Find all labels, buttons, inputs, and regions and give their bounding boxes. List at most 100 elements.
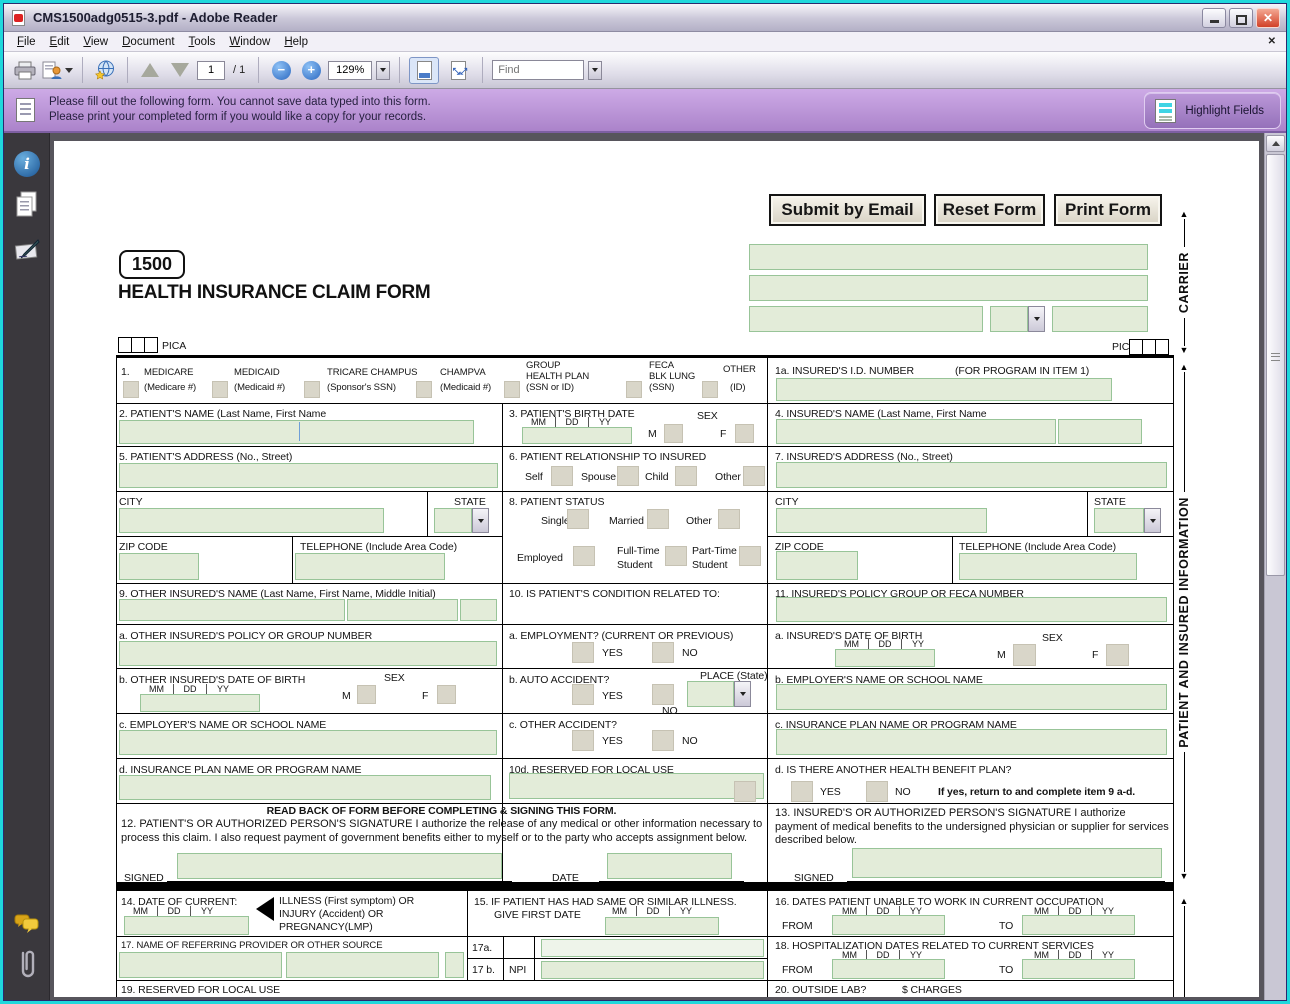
patient-sex-male-checkbox[interactable] — [664, 424, 683, 443]
attachments-tab[interactable] — [13, 949, 41, 979]
work-to-field[interactable] — [1022, 915, 1135, 935]
carrier-address-field[interactable] — [749, 275, 1148, 301]
document-properties-tab[interactable]: i — [13, 149, 41, 179]
status-parttime-checkbox[interactable] — [739, 546, 761, 566]
other-accident-yes-checkbox[interactable] — [572, 730, 594, 751]
insurance-plan-field[interactable] — [776, 729, 1167, 755]
insured-state-dropdown-button[interactable] — [1144, 508, 1161, 533]
medicaid-checkbox[interactable] — [212, 381, 228, 398]
fit-page-button[interactable]: ⤡⤢ — [443, 57, 473, 84]
page-number-input[interactable] — [197, 61, 225, 80]
carrier-name-field[interactable] — [749, 244, 1148, 270]
accident-place-dropdown-button[interactable] — [734, 681, 751, 707]
patient-sign-date-field[interactable] — [607, 853, 732, 879]
status-other-checkbox[interactable] — [718, 509, 740, 529]
menubar-close-icon[interactable]: ✕ — [1268, 36, 1276, 47]
other-plan-field[interactable] — [119, 775, 491, 800]
pica-right-boxes[interactable] — [1130, 339, 1169, 355]
referring-provider-field[interactable] — [119, 952, 282, 978]
pages-tab[interactable] — [13, 189, 41, 219]
carrier-zip-field[interactable] — [1052, 306, 1148, 332]
hosp-from-field[interactable] — [832, 959, 945, 979]
submit-by-email-button[interactable]: Submit by Email — [769, 194, 926, 226]
other-payer-checkbox[interactable] — [702, 381, 718, 398]
relationship-self-checkbox[interactable] — [551, 466, 573, 486]
other-insured-mi-field[interactable] — [460, 599, 497, 621]
scroll-up-button[interactable] — [1266, 135, 1285, 152]
field-17b-npi-field[interactable] — [541, 961, 764, 979]
minimize-button[interactable] — [1202, 8, 1226, 28]
work-from-field[interactable] — [832, 915, 945, 935]
pica-left-boxes[interactable] — [119, 337, 158, 353]
insured-city-field[interactable] — [776, 508, 987, 533]
similar-illness-date-field[interactable] — [605, 917, 719, 935]
other-insured-female-checkbox[interactable] — [437, 685, 456, 704]
insured-policy-field[interactable] — [776, 597, 1167, 622]
zoom-in-button[interactable]: + — [298, 56, 324, 84]
patient-state-field[interactable] — [434, 508, 472, 533]
other-insured-name-field[interactable] — [119, 599, 345, 621]
find-input[interactable] — [492, 60, 584, 80]
zoom-dropdown-button[interactable] — [376, 61, 390, 80]
menu-tools[interactable]: Tools — [182, 34, 223, 50]
patient-signature-field[interactable] — [177, 853, 502, 879]
carrier-state-dropdown-button[interactable] — [1028, 306, 1045, 332]
another-plan-yes-checkbox[interactable] — [734, 781, 756, 802]
group-health-checkbox[interactable] — [504, 381, 520, 398]
another-plan-no-checkbox[interactable] — [866, 781, 888, 802]
other-insured-policy-field[interactable] — [119, 641, 497, 666]
hosp-to-field[interactable] — [1022, 959, 1135, 979]
patient-name-field[interactable] — [119, 420, 474, 444]
zoom-out-button[interactable]: − — [268, 56, 294, 84]
maximize-button[interactable] — [1229, 8, 1253, 28]
insured-sex-female-checkbox[interactable] — [1106, 644, 1129, 666]
insured-id-field[interactable] — [776, 378, 1112, 401]
export-button[interactable] — [42, 56, 73, 84]
insured-employer-field[interactable] — [776, 684, 1167, 710]
status-single-checkbox[interactable] — [567, 509, 589, 529]
date-of-current-field[interactable] — [124, 916, 249, 935]
status-married-checkbox[interactable] — [647, 509, 669, 529]
previous-page-button[interactable] — [137, 56, 163, 84]
status-employed-checkbox[interactable] — [573, 546, 595, 566]
patient-phone-field[interactable] — [295, 553, 445, 580]
comments-tab[interactable] — [13, 909, 41, 939]
vertical-scrollbar[interactable] — [1264, 133, 1286, 1000]
insured-name-field2[interactable] — [1058, 419, 1142, 444]
close-button[interactable]: ✕ — [1256, 8, 1280, 28]
auto-accident-no-checkbox[interactable] — [652, 684, 674, 705]
signatures-tab[interactable] — [13, 235, 41, 265]
insured-zip-field[interactable] — [776, 551, 858, 580]
menu-document[interactable]: Document — [115, 34, 181, 50]
referring-provider-field2[interactable] — [286, 952, 439, 978]
patient-zip-field[interactable] — [119, 553, 199, 580]
accident-place-field[interactable] — [687, 681, 734, 707]
auto-accident-yes-checkbox[interactable] — [572, 684, 594, 705]
patient-birthdate-field[interactable] — [522, 427, 632, 444]
export-dropdown-icon[interactable] — [65, 68, 73, 73]
feca-checkbox[interactable] — [626, 381, 642, 398]
insured-phone-field[interactable] — [959, 553, 1137, 580]
patient-city-field[interactable] — [119, 508, 384, 533]
reset-form-button[interactable]: Reset Form — [934, 194, 1045, 226]
medicare-checkbox[interactable] — [123, 381, 139, 398]
employment-no-checkbox[interactable] — [652, 642, 674, 663]
menu-help[interactable]: Help — [277, 34, 315, 50]
insured-signature-field[interactable] — [852, 848, 1162, 878]
menu-file[interactable]: File — [10, 34, 43, 50]
other-employer-field[interactable] — [119, 730, 497, 755]
zoom-level-input[interactable] — [328, 61, 372, 80]
menu-window[interactable]: Window — [222, 34, 277, 50]
find-dropdown-button[interactable] — [588, 61, 602, 80]
print-button[interactable] — [12, 56, 38, 84]
insured-sex-male-checkbox[interactable] — [1013, 644, 1036, 666]
next-page-button[interactable] — [167, 56, 193, 84]
other-insured-birthdate-field[interactable] — [140, 694, 260, 712]
relationship-other-checkbox[interactable] — [743, 466, 765, 486]
other-insured-name-field2[interactable] — [347, 599, 458, 621]
reserved-local-field[interactable] — [509, 773, 764, 799]
relationship-spouse-checkbox[interactable] — [617, 466, 639, 486]
relationship-child-checkbox[interactable] — [675, 466, 697, 486]
insured-birthdate-field[interactable] — [835, 649, 935, 667]
employment-yes-checkbox[interactable] — [572, 642, 594, 663]
